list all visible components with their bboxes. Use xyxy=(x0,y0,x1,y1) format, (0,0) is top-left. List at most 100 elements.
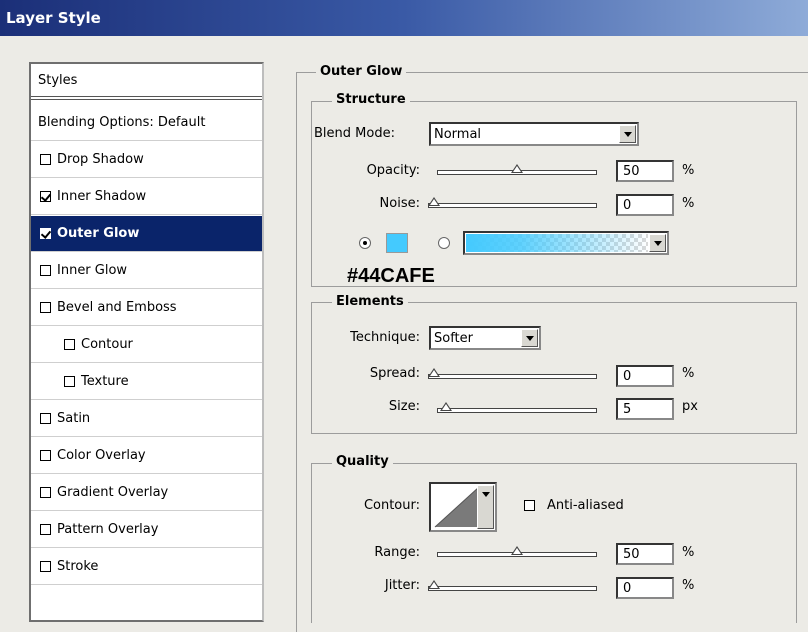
opacity-label: Opacity: xyxy=(366,163,420,178)
style-item[interactable]: Outer Glow xyxy=(31,216,262,252)
style-item[interactable]: Blending Options: Default xyxy=(31,105,262,141)
jitter-slider[interactable] xyxy=(428,580,597,595)
opacity-input[interactable]: 50 xyxy=(616,160,674,182)
style-item-checkbox[interactable] xyxy=(40,228,51,239)
blend-mode-value: Normal xyxy=(434,127,482,142)
blend-mode-label: Blend Mode: xyxy=(314,126,395,141)
outer-glow-title: Outer Glow xyxy=(316,64,407,79)
style-item[interactable]: Pattern Overlay xyxy=(31,512,262,548)
jitter-label: Jitter: xyxy=(384,578,420,593)
structure-title: Structure xyxy=(332,92,410,107)
noise-slider-track xyxy=(428,203,597,208)
range-slider-thumb[interactable] xyxy=(511,546,523,555)
size-slider[interactable] xyxy=(437,402,597,417)
gradient-radio[interactable] xyxy=(438,237,450,249)
style-item-label: Outer Glow xyxy=(57,226,140,241)
color-radio[interactable] xyxy=(359,237,371,249)
chevron-down-icon[interactable] xyxy=(521,329,538,347)
style-item[interactable]: Texture xyxy=(31,364,262,400)
style-item-label: Bevel and Emboss xyxy=(57,300,177,315)
technique-value: Softer xyxy=(434,331,473,346)
chevron-down-icon[interactable] xyxy=(477,485,494,529)
window-title: Layer Style xyxy=(6,9,101,27)
style-item-checkbox[interactable] xyxy=(40,524,51,535)
style-item-checkbox[interactable] xyxy=(40,154,51,165)
chevron-down-icon[interactable] xyxy=(619,125,636,143)
style-item-label: Pattern Overlay xyxy=(57,522,159,537)
style-item-checkbox[interactable] xyxy=(40,191,51,202)
size-slider-track xyxy=(437,408,597,413)
style-item-label: Inner Glow xyxy=(57,263,128,278)
style-item[interactable]: Satin xyxy=(31,401,262,437)
styles-header-label: Styles xyxy=(38,72,78,88)
style-item[interactable]: Gradient Overlay xyxy=(31,475,262,511)
jitter-input[interactable]: 0 xyxy=(616,577,674,599)
style-item-label: Satin xyxy=(57,411,91,426)
contour-label: Contour: xyxy=(363,498,420,513)
spread-slider-track xyxy=(428,374,597,379)
noise-unit: % xyxy=(682,196,695,211)
style-item-checkbox[interactable] xyxy=(40,413,51,424)
style-item-checkbox[interactable] xyxy=(40,487,51,498)
style-item[interactable]: Stroke xyxy=(31,549,262,585)
hex-color-label: #44CAFE xyxy=(347,265,435,287)
style-item[interactable]: Drop Shadow xyxy=(31,142,262,178)
title-bar[interactable]: Layer Style xyxy=(0,0,808,36)
style-item-checkbox[interactable] xyxy=(64,339,75,350)
technique-select[interactable]: Softer xyxy=(429,326,541,350)
style-item-label: Drop Shadow xyxy=(57,152,144,167)
elements-title: Elements xyxy=(332,294,408,309)
range-input[interactable]: 50 xyxy=(616,543,674,565)
style-item[interactable]: Inner Shadow xyxy=(31,179,262,215)
styles-list: Styles Blending Options: Default Drop Sha… xyxy=(29,62,264,622)
jitter-slider-thumb[interactable] xyxy=(428,580,440,589)
size-slider-thumb[interactable] xyxy=(439,402,452,411)
jitter-slider-track xyxy=(428,586,597,591)
anti-aliased-checkbox[interactable] xyxy=(524,500,535,511)
style-item[interactable]: Bevel and Emboss xyxy=(31,290,262,326)
anti-aliased-label[interactable]: Anti-aliased xyxy=(547,498,624,513)
spread-unit: % xyxy=(682,366,695,381)
jitter-unit: % xyxy=(682,578,695,593)
range-label: Range: xyxy=(374,545,420,560)
style-item-checkbox[interactable] xyxy=(40,450,51,461)
style-item-label: Texture xyxy=(81,374,129,389)
opacity-slider[interactable] xyxy=(437,164,597,179)
spread-label: Spread: xyxy=(369,366,420,381)
spread-input[interactable]: 0 xyxy=(616,365,674,387)
size-input[interactable]: 5 xyxy=(616,398,674,420)
opacity-slider-thumb[interactable] xyxy=(511,164,523,173)
style-item-label: Stroke xyxy=(57,559,99,574)
style-item[interactable]: Color Overlay xyxy=(31,438,262,474)
blend-mode-select[interactable]: Normal xyxy=(429,122,639,146)
chevron-down-icon[interactable] xyxy=(649,234,666,252)
technique-label: Technique: xyxy=(350,330,420,345)
opacity-unit: % xyxy=(682,163,695,178)
contour-picker[interactable] xyxy=(429,482,497,532)
quality-group xyxy=(311,463,797,623)
styles-header[interactable]: Styles xyxy=(31,64,262,100)
style-item[interactable]: Inner Glow xyxy=(31,253,262,289)
noise-slider[interactable] xyxy=(428,197,597,212)
spread-slider-thumb[interactable] xyxy=(428,368,440,377)
gradient-picker[interactable] xyxy=(463,231,669,255)
noise-input[interactable]: 0 xyxy=(616,194,674,216)
style-item[interactable]: Contour xyxy=(31,327,262,363)
gradient-preview xyxy=(466,234,648,252)
style-item-label: Gradient Overlay xyxy=(57,485,169,500)
style-item-label: Contour xyxy=(81,337,133,352)
size-unit: px xyxy=(682,399,698,414)
spread-slider[interactable] xyxy=(428,368,597,383)
style-item-checkbox[interactable] xyxy=(40,302,51,313)
contour-preview-icon xyxy=(434,486,480,528)
size-label: Size: xyxy=(388,399,420,414)
range-slider[interactable] xyxy=(437,546,597,561)
range-unit: % xyxy=(682,545,695,560)
style-item-checkbox[interactable] xyxy=(64,376,75,387)
glow-color-swatch[interactable] xyxy=(386,233,408,253)
style-item-checkbox[interactable] xyxy=(40,265,51,276)
quality-title: Quality xyxy=(332,454,393,469)
noise-slider-thumb[interactable] xyxy=(428,197,440,206)
style-item-checkbox[interactable] xyxy=(40,561,51,572)
noise-label: Noise: xyxy=(379,196,420,211)
